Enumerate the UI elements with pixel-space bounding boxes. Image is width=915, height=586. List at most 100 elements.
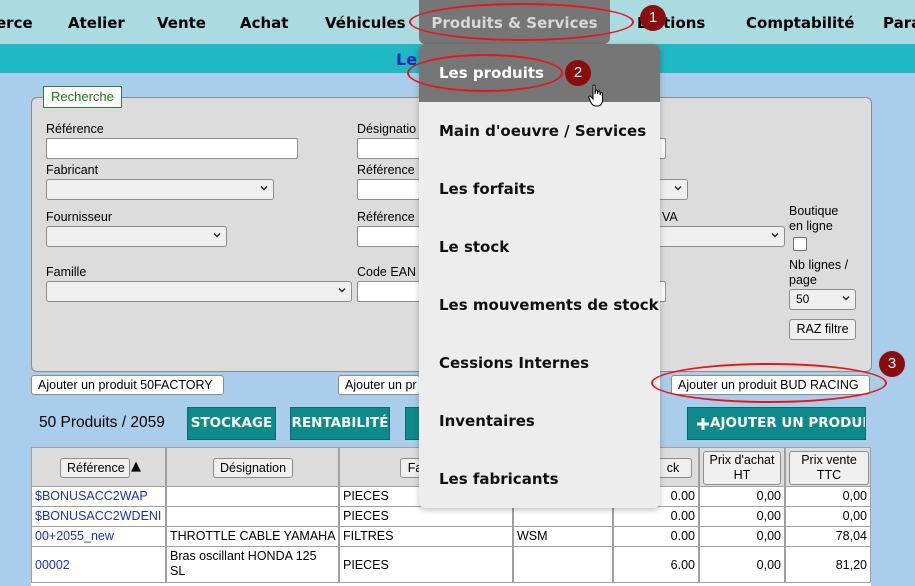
cell-fabricant: WSM — [513, 527, 613, 547]
cell-prix-achat: 0,00 — [699, 507, 785, 527]
cell-famille: PIECES — [339, 547, 513, 583]
header-prix-achat: Prix d'achat HT — [699, 447, 785, 487]
annotation-ring-1 — [409, 3, 634, 41]
chevron-down-icon — [842, 296, 850, 301]
menu-item-forfaits[interactable]: Les forfaits — [419, 160, 660, 218]
annotation-badge-1: 1 — [640, 5, 666, 31]
menu-item-mouvements-stock[interactable]: Les mouvements de stock — [419, 276, 660, 334]
tva-select[interactable] — [660, 226, 785, 247]
reference-label: Référence — [46, 122, 104, 136]
menu-item-cessions-internes[interactable]: Cessions Internes — [419, 334, 660, 392]
nb-lignes-label: Nb lignes / page — [789, 258, 849, 287]
sort-asc-icon: ▲ — [131, 459, 141, 474]
chevron-down-icon — [213, 233, 221, 238]
cell-prix-vente: 81,20 — [785, 547, 871, 583]
annotation-ring-2 — [407, 54, 563, 92]
menu-item-fabricants[interactable]: Les fabricants — [419, 450, 660, 508]
cell-reference[interactable]: $BONUSACC2WAP — [31, 487, 166, 507]
header-reference: Référence ▲ — [31, 447, 166, 487]
nav-item-parametres[interactable]: Para — [883, 0, 915, 44]
cell-fabricant — [513, 507, 613, 527]
product-count: 50 Produits / 2059 — [39, 414, 165, 431]
annotation-badge-2: 2 — [565, 60, 591, 86]
chevron-down-icon — [771, 233, 779, 238]
nb-lignes-select[interactable]: 50 — [789, 289, 856, 310]
fournisseur-label: Fournisseur — [46, 210, 112, 224]
add-product-supplier-button[interactable]: Ajouter un pr — [338, 375, 420, 395]
fournisseur-select[interactable] — [46, 226, 227, 247]
reference2-input[interactable] — [357, 179, 420, 200]
right-select-1[interactable] — [660, 179, 688, 200]
nav-item-vente[interactable]: Vente — [157, 0, 206, 44]
cell-famille: FILTRES — [339, 527, 513, 547]
raz-filtre-button[interactable]: RAZ filtre — [789, 319, 856, 340]
reference2-label: Référence — [357, 163, 415, 177]
nav-item-achat[interactable]: Achat — [240, 0, 288, 44]
cell-reference[interactable]: 00002 — [31, 547, 166, 583]
cell-prix-vente: 0,00 — [785, 507, 871, 527]
cell-stock: 0.00 — [613, 507, 699, 527]
cell-stock: 6.00 — [613, 547, 699, 583]
cell-reference[interactable]: 00+2055_new — [31, 527, 166, 547]
right-input-edge[interactable] — [660, 281, 666, 302]
add-product-button[interactable]: AJOUTER UN PRODUIT — [687, 407, 866, 440]
chevron-down-icon — [260, 186, 268, 191]
nav-item-vehicules[interactable]: Véhicules — [325, 0, 406, 44]
cell-fabricant — [513, 547, 613, 583]
designation-label: Désignatio — [357, 122, 417, 136]
boutique-checkbox[interactable] — [793, 237, 807, 251]
chevron-down-icon — [338, 288, 346, 293]
header-prix-vente: Prix vente TTC — [785, 447, 871, 487]
plus-icon — [697, 418, 709, 430]
annotation-badge-3: 3 — [879, 351, 905, 377]
menu-item-inventaires[interactable]: Inventaires — [419, 392, 660, 450]
famille-label: Famille — [46, 265, 87, 279]
tva-label: VA — [662, 210, 678, 224]
cell-designation — [166, 487, 339, 507]
sort-designation-button[interactable]: Désignation — [213, 458, 293, 478]
cell-famille: PIECES — [339, 507, 513, 527]
reference-input[interactable] — [46, 138, 298, 159]
cell-designation — [166, 507, 339, 527]
cell-prix-vente: 78,04 — [785, 527, 871, 547]
stockage-button[interactable]: STOCKAGE — [187, 407, 276, 440]
table-row[interactable]: 00002 Bras oscillant HONDA 125 SL PIECES… — [31, 547, 871, 583]
fabricant-label: Fabricant — [46, 163, 99, 177]
cell-designation: Bras oscillant HONDA 125 SL — [166, 547, 339, 583]
cell-prix-achat: 0,00 — [699, 547, 785, 583]
reference3-label: Référence — [357, 210, 415, 224]
chevron-down-icon — [674, 186, 682, 191]
cell-prix-achat: 0,00 — [699, 487, 785, 507]
code-ean-input[interactable] — [357, 281, 420, 302]
search-legend: Recherche — [43, 86, 122, 108]
code-ean-label: Code EAN — [357, 265, 417, 279]
fabricant-select[interactable] — [46, 179, 274, 200]
menu-item-stock[interactable]: Le stock — [419, 218, 660, 276]
nav-item-comptabilite[interactable]: Comptabilité — [746, 0, 854, 44]
sort-prix-achat-button[interactable]: Prix d'achat HT — [703, 451, 781, 485]
cell-prix-vente: 0,00 — [785, 487, 871, 507]
cell-designation: THROTTLE CABLE YAMAHA — [166, 527, 339, 547]
produits-services-dropdown: Les produits Main d'oeuvre / Services Le… — [419, 44, 660, 508]
famille-select[interactable] — [46, 281, 352, 302]
annotation-ring-3 — [651, 363, 887, 403]
table-row[interactable]: 00+2055_new THROTTLE CABLE YAMAHA FILTRE… — [31, 527, 871, 547]
table-row[interactable]: $BONUSACC2WDENI PIECES 0.00 0,00 0,00 — [31, 507, 871, 527]
header-designation: Désignation — [166, 447, 339, 487]
hand-cursor-icon — [588, 84, 603, 107]
menu-item-main-oeuvre[interactable]: Main d'oeuvre / Services — [419, 102, 660, 160]
nb-lignes-value: 50 — [796, 292, 810, 306]
cell-reference[interactable]: $BONUSACC2WDENI — [31, 507, 166, 527]
nav-item-commerce[interactable]: erce — [0, 0, 33, 44]
nav-item-atelier[interactable]: Atelier — [68, 0, 125, 44]
cell-prix-achat: 0,00 — [699, 527, 785, 547]
designation-input[interactable] — [357, 138, 420, 159]
sort-prix-vente-button[interactable]: Prix vente TTC — [789, 451, 869, 485]
designation-input-edge[interactable] — [660, 138, 666, 159]
reference3-input[interactable] — [357, 226, 420, 247]
add-50factory-button[interactable]: Ajouter un produit 50FACTORY — [31, 375, 224, 395]
sort-reference-button[interactable]: Référence — [60, 458, 130, 478]
cell-stock: 0.00 — [613, 527, 699, 547]
boutique-label: Boutique en ligne — [789, 204, 839, 233]
rentabilite-button[interactable]: RENTABILITÉ — [290, 407, 390, 440]
